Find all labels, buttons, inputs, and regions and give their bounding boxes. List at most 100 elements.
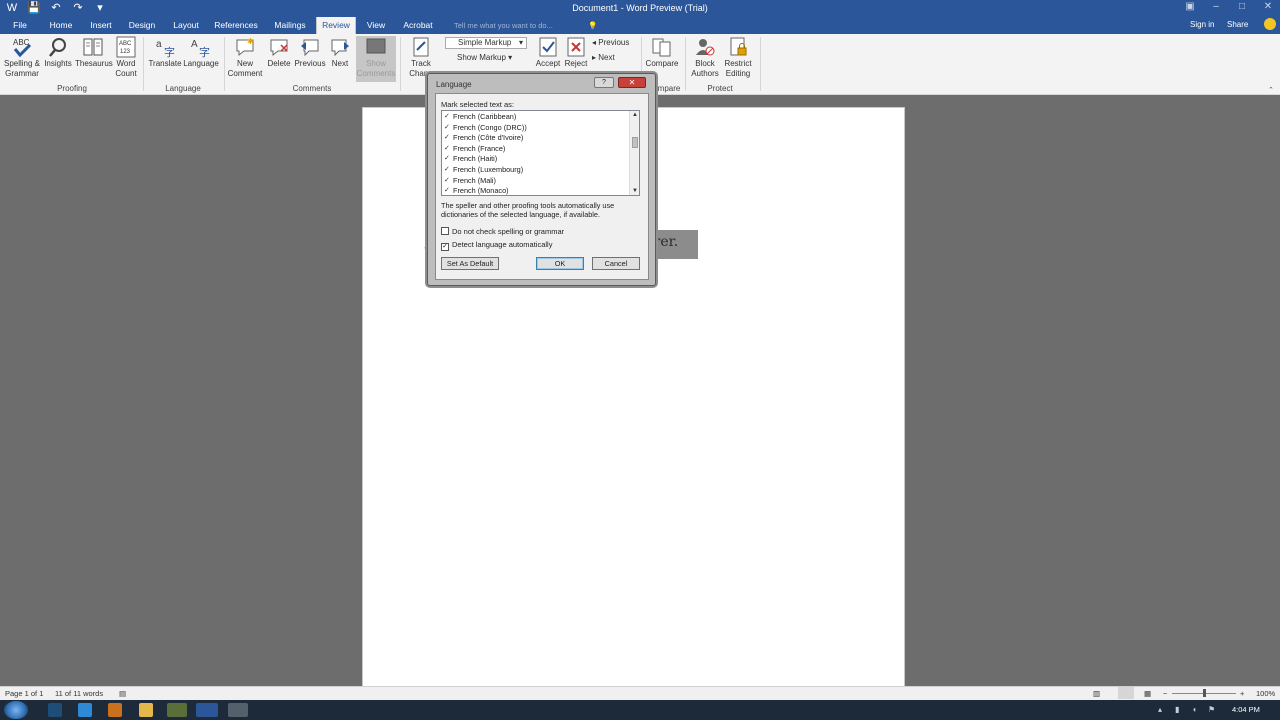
tab-view[interactable]: View — [362, 17, 390, 34]
share-button[interactable]: Share — [1227, 20, 1248, 29]
dialog-taskbar-icon[interactable] — [228, 703, 248, 717]
internet-explorer-icon[interactable] — [78, 703, 92, 717]
accept-button[interactable]: Accept — [533, 36, 563, 69]
tray-arrow-icon[interactable]: ▴ — [1158, 705, 1162, 714]
tab-review[interactable]: Review — [316, 17, 356, 34]
minimize-icon[interactable]: – — [1208, 1, 1224, 12]
spellcheck-icon: ✓ — [444, 166, 450, 173]
tab-layout[interactable]: Layout — [168, 17, 204, 34]
page-count[interactable]: Page 1 of 1 — [5, 689, 43, 698]
next-icon: ▸ — [592, 53, 597, 62]
zoom-out-icon[interactable]: − — [1163, 689, 1167, 698]
flag-icon[interactable]: ⚑ — [1208, 705, 1215, 714]
proofing-status-icon[interactable]: ▤ — [119, 689, 126, 698]
list-item[interactable]: ✓ French (Congo (DRC)) — [442, 123, 629, 134]
language-button[interactable]: A字 Language — [183, 36, 219, 69]
zoom-in-icon[interactable]: + — [1240, 689, 1244, 698]
sign-in-link[interactable]: Sign in — [1190, 20, 1214, 29]
list-item[interactable]: ✓ French (France) — [442, 144, 629, 155]
tab-design[interactable]: Design — [126, 17, 158, 34]
close-button[interactable]: ✕ — [618, 77, 646, 88]
new-comment-button[interactable]: ✱ New Comment — [227, 36, 263, 79]
app-icon[interactable] — [108, 703, 122, 717]
next-comment-button[interactable]: Next — [328, 36, 352, 69]
spellcheck-icon: ✓ — [444, 113, 450, 120]
tab-mailings[interactable]: Mailings — [270, 17, 310, 34]
start-button-icon[interactable] — [4, 701, 28, 719]
zoom-level[interactable]: 100% — [1256, 689, 1275, 698]
document-title: Document1 - Word Preview (Trial) — [572, 3, 708, 13]
ribbon-display-icon[interactable]: ▣ — [1182, 1, 1198, 12]
show-comments-button[interactable]: Show Comments — [356, 36, 396, 82]
collapse-ribbon-icon[interactable]: ⌃ — [1268, 86, 1274, 94]
detect-language-option[interactable]: ✓ Detect language automatically — [441, 240, 552, 251]
insights-button[interactable]: Insights — [43, 36, 73, 69]
accept-icon — [537, 36, 559, 58]
next-change-button[interactable]: ▸ Next — [592, 53, 615, 62]
compare-icon — [651, 36, 673, 58]
feedback-smiley-icon[interactable] — [1264, 18, 1276, 30]
zoom-slider-thumb[interactable] — [1203, 689, 1206, 697]
scroll-up-icon[interactable]: ▲ — [632, 112, 638, 118]
tab-acrobat[interactable]: Acrobat — [398, 17, 438, 34]
spelling-grammar-button[interactable]: ABC Spelling & Grammar — [3, 36, 41, 79]
svg-text:✱: ✱ — [247, 37, 254, 46]
restrict-editing-button[interactable]: Restrict Editing — [722, 36, 754, 79]
network-icon[interactable]: ▮ — [1175, 705, 1179, 714]
word-taskbar-icon[interactable] — [196, 703, 218, 717]
tab-home[interactable]: Home — [46, 17, 76, 34]
language-icon: A字 — [190, 36, 212, 59]
scroll-thumb[interactable] — [632, 137, 638, 148]
markup-dropdown[interactable]: Simple Markup ▾ — [445, 37, 527, 49]
clock[interactable]: 4:04 PM — [1232, 705, 1260, 714]
block-authors-button[interactable]: Block Authors — [688, 36, 722, 79]
list-scrollbar[interactable]: ▲ ▼ — [629, 111, 639, 195]
reject-button[interactable]: Reject — [563, 36, 589, 69]
word-count[interactable]: 11 of 11 words — [55, 689, 103, 698]
thesaurus-button[interactable]: Thesaurus — [75, 36, 113, 69]
compare-button[interactable]: Compare — [644, 36, 680, 69]
tab-references[interactable]: References — [213, 17, 259, 34]
previous-comment-button[interactable]: Previous — [293, 36, 327, 69]
tab-insert[interactable]: Insert — [86, 17, 116, 34]
list-item[interactable]: ✓ French (Haiti) — [442, 154, 629, 165]
list-item[interactable]: ✓ French (Monaco) — [442, 186, 629, 195]
list-item[interactable]: ✓ French (Luxembourg) — [442, 165, 629, 176]
scroll-down-icon[interactable]: ▼ — [632, 188, 638, 194]
word-count-button[interactable]: ABC 123 Word Count — [113, 36, 139, 79]
ok-button[interactable]: OK — [536, 257, 584, 270]
language-list[interactable]: ✓ French (Caribbean) ✓ French (Congo (DRC)… — [441, 110, 640, 196]
tab-file[interactable]: File — [6, 17, 34, 34]
list-item[interactable]: ✓ French (Caribbean) — [442, 112, 629, 123]
show-markup-button[interactable]: Show Markup ▾ — [457, 53, 512, 62]
previous-change-button[interactable]: ◂ Previous — [592, 38, 629, 47]
volume-icon[interactable]: ◖ — [1192, 705, 1197, 714]
web-layout-icon[interactable]: ▦ — [1144, 689, 1151, 698]
cancel-button[interactable]: Cancel — [592, 257, 640, 270]
spellcheck-icon: ✓ — [444, 187, 450, 195]
list-item[interactable]: ✓ French (Côte d'Ivoire) — [442, 133, 629, 144]
tell-me-box[interactable]: Tell me what you want to do... 💡 — [448, 19, 598, 32]
chrome-icon[interactable] — [167, 703, 187, 717]
group-label-proofing: Proofing — [57, 84, 87, 93]
tell-me-text: Tell me what you want to do... — [454, 21, 553, 30]
help-button[interactable]: ? — [594, 77, 614, 88]
list-item[interactable]: ✓ French (Mali) — [442, 176, 629, 187]
media-player-icon[interactable] — [48, 703, 62, 717]
svg-text:ABC: ABC — [119, 41, 132, 47]
next-comment-icon — [329, 36, 351, 58]
detect-language-checkbox[interactable]: ✓ — [441, 243, 449, 251]
set-as-default-button[interactable]: Set As Default — [441, 257, 499, 270]
no-check-checkbox[interactable] — [441, 227, 449, 235]
read-mode-icon[interactable]: ▥ — [1093, 689, 1100, 698]
spellcheck-icon: ✓ — [444, 176, 450, 184]
file-explorer-icon[interactable] — [139, 703, 153, 717]
close-icon[interactable]: ✕ — [1260, 1, 1276, 12]
delete-comment-button[interactable]: Delete — [265, 36, 293, 69]
chevron-down-icon: ▾ — [518, 38, 523, 47]
title-bar: W 💾 ↶ ↷ ▾ Document1 - Word Preview (Tria… — [0, 0, 1280, 17]
translate-button[interactable]: a字 Translate — [148, 36, 182, 69]
no-check-option[interactable]: Do not check spelling or grammar — [441, 227, 564, 236]
print-layout-icon[interactable] — [1118, 687, 1134, 699]
maximize-icon[interactable]: □ — [1234, 1, 1250, 12]
